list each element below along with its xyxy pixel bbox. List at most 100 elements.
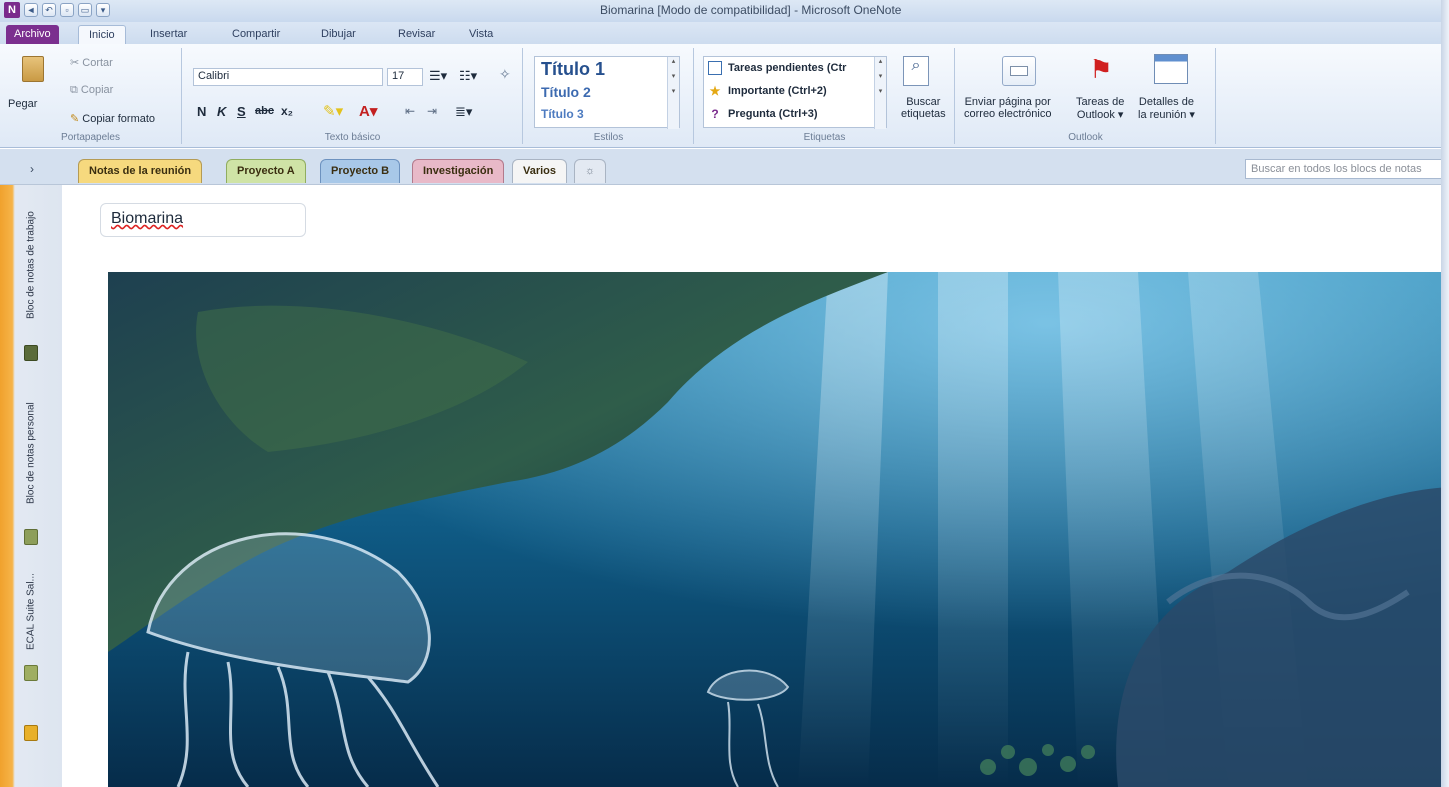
notebook-trabajo[interactable]: Bloc de notas de trabajo (18, 197, 44, 333)
tags-scroll[interactable]: ▴ ▾ ▾ (874, 57, 886, 129)
section-tab-bar: › Notas de la reunión Proyecto A Proyect… (0, 149, 1449, 185)
tab-dibujar[interactable]: Dibujar (311, 25, 366, 44)
find-tags-label-2: etiquetas (901, 108, 946, 120)
ribbon-tab-bar: Archivo Inicio Insertar Compartir Dibuja… (0, 22, 1449, 44)
copy-label: Copiar (80, 84, 114, 96)
page-title[interactable]: Biomarina (100, 203, 306, 237)
styles-gallery[interactable]: Título 1 Título 2 Título 3 ▴ ▾ ▾ (534, 56, 680, 129)
tab-compartir[interactable]: Compartir (222, 25, 290, 44)
tab-revisar[interactable]: Revisar (388, 25, 445, 44)
bold-button[interactable]: N (197, 104, 206, 119)
tags-group: Tareas pendientes (Ctr ★ Importante (Ctrl… (695, 48, 955, 144)
back-icon[interactable]: ◄ (24, 3, 38, 17)
italic-button[interactable]: K (217, 104, 226, 119)
outlook-tasks-label-1: Tareas de (1076, 96, 1125, 108)
clipboard-group-label: Portapapeles (61, 132, 120, 143)
page-canvas[interactable]: Biomarina (62, 185, 1449, 787)
numbering-icon[interactable]: ☷▾ (459, 68, 477, 84)
email-page-label-2: correo electrónico (964, 108, 1052, 120)
meeting-details-label-1: Detalles de (1138, 96, 1194, 108)
meeting-details-icon[interactable] (1154, 54, 1188, 84)
tab-archivo[interactable]: Archivo (6, 25, 59, 44)
section-tab-varios[interactable]: Varios (512, 159, 568, 183)
increase-indent-icon[interactable]: ⇥ (427, 104, 437, 118)
cut-label: Cortar (82, 57, 113, 69)
outlook-tasks-button[interactable]: Tareas de Outlook ▾ (1076, 96, 1124, 121)
align-icon[interactable]: ≣▾ (455, 104, 472, 120)
outlook-group-label: Outlook (1068, 132, 1103, 143)
window-title: Biomarina [Modo de compatibilidad] - Mic… (600, 3, 902, 17)
customize-qat-icon[interactable]: ▾ (96, 3, 110, 17)
ribbon: Pegar ✂ Cortar ⧉ Copiar ✎ Copiar formato… (0, 44, 1449, 148)
full-page-view-icon[interactable]: ▭ (78, 3, 92, 17)
font-size-combo[interactable]: 17 (387, 68, 423, 86)
dock-icon[interactable]: ▫ (60, 3, 74, 17)
basic-text-group-label: Texto básico (324, 132, 381, 143)
underwater-scene-svg (108, 272, 1449, 787)
window-frame-right (1441, 0, 1449, 787)
outlook-group: ⚑ Enviar página por correo electrónico Ta… (956, 48, 1216, 144)
tag-question[interactable]: ? Pregunta (Ctrl+3) (708, 107, 817, 121)
underline-button[interactable]: S (237, 104, 246, 119)
highlight-icon[interactable]: ✎▾ (323, 102, 343, 120)
tags-gallery[interactable]: Tareas pendientes (Ctr ★ Importante (Ctrl… (703, 56, 887, 129)
envelope-shape (1010, 66, 1028, 76)
notebook-ecal[interactable]: ECAL Suite Sal... (18, 565, 44, 659)
paste-icon[interactable] (22, 56, 44, 82)
quick-access-toolbar: N ◄ ↶ ▫ ▭ ▾ (4, 2, 110, 18)
notebook-personal-icon (24, 529, 38, 545)
onenote-logo-icon: N (4, 2, 20, 18)
styles-scroll[interactable]: ▴ ▾ ▾ (667, 57, 679, 129)
brush-icon: ✎ (70, 113, 83, 125)
tag-todo-label: Tareas pendientes (Ctr (728, 62, 847, 74)
more-notebooks-icon[interactable] (24, 725, 38, 741)
tag-important-label: Importante (Ctrl+2) (728, 85, 827, 97)
decrease-indent-icon[interactable]: ⇤ (405, 104, 415, 118)
meeting-details-button[interactable]: Detalles de la reunión ▾ (1138, 96, 1195, 121)
format-painter-label: Copiar formato (82, 113, 156, 125)
style-title-1[interactable]: Título 1 (541, 59, 605, 80)
notebook-trabajo-icon (24, 345, 38, 361)
styles-group-label: Estilos (593, 132, 624, 143)
clear-formatting-icon[interactable]: ✧ (499, 66, 511, 83)
section-tab-proyecto-b[interactable]: Proyecto B (320, 159, 401, 183)
bullets-icon[interactable]: ☰▾ (429, 68, 447, 84)
undo-icon[interactable]: ↶ (42, 3, 56, 17)
find-tags-label-1: Buscar (906, 96, 941, 108)
tab-insertar[interactable]: Insertar (140, 25, 197, 44)
style-title-2[interactable]: Título 2 (541, 84, 591, 100)
tag-important[interactable]: ★ Importante (Ctrl+2) (708, 84, 827, 98)
font-color-icon[interactable]: A▾ (359, 102, 377, 120)
copy-button[interactable]: ⧉ Copiar (70, 84, 113, 97)
basic-text-group: Calibri 17 ☰▾ ☷▾ ✧ N K S abc x₂ ✎▾ A▾ ⇤ … (183, 48, 523, 144)
notebook-personal[interactable]: Bloc de notas personal (18, 379, 44, 527)
style-title-3[interactable]: Título 3 (541, 107, 584, 121)
search-all-notebooks-input[interactable]: Buscar en todos los blocs de notas (1245, 159, 1449, 179)
find-tags-button[interactable]: Buscar etiquetas (901, 96, 946, 120)
subscript-button[interactable]: x₂ (281, 104, 293, 118)
paste-button[interactable]: Pegar (8, 98, 37, 110)
font-name-combo[interactable]: Calibri (193, 68, 383, 86)
section-tab-proyecto-a[interactable]: Proyecto A (226, 159, 306, 183)
format-painter-button[interactable]: ✎ Copiar formato (70, 112, 155, 125)
expand-navigation-icon[interactable]: › (30, 162, 34, 176)
tag-todo[interactable]: Tareas pendientes (Ctr (708, 61, 846, 75)
strikethrough-button[interactable]: abc (255, 105, 274, 117)
email-page-icon[interactable] (1002, 56, 1036, 86)
checkbox-icon (708, 61, 722, 75)
tab-vista[interactable]: Vista (459, 25, 503, 44)
email-page-label-1: Enviar página por (964, 96, 1051, 108)
section-tab-notas[interactable]: Notas de la reunión (78, 159, 203, 183)
tags-group-label: Etiquetas (803, 132, 846, 143)
star-icon: ★ (709, 84, 721, 98)
find-tags-icon[interactable]: ⌕ (903, 56, 929, 86)
tab-inicio[interactable]: Inicio (78, 25, 126, 44)
light-ray (938, 272, 1008, 787)
notebook-pane: Bloc de notas de trabajo Bloc de notas p… (0, 185, 62, 787)
new-section-tab-icon[interactable]: ☼ (574, 159, 607, 183)
question-icon: ? (711, 107, 719, 121)
cut-button[interactable]: ✂ Cortar (70, 56, 113, 69)
email-page-button[interactable]: Enviar página por correo electrónico (964, 96, 1051, 120)
outlook-tasks-icon[interactable]: ⚑ (1084, 54, 1118, 84)
section-tab-investigacion[interactable]: Investigación (412, 159, 505, 183)
